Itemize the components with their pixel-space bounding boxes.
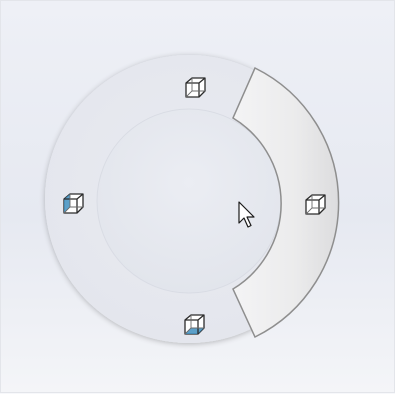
ring-center: [96, 108, 282, 294]
view-cube-icon[interactable]: [184, 314, 205, 335]
view-cube-icon[interactable]: [63, 193, 84, 214]
view-cube-icon[interactable]: [185, 77, 206, 98]
mouse-gesture-ring: [45, 55, 340, 343]
view-cube-icon[interactable]: [305, 194, 326, 215]
gesture-menu-screen: [0, 0, 395, 393]
